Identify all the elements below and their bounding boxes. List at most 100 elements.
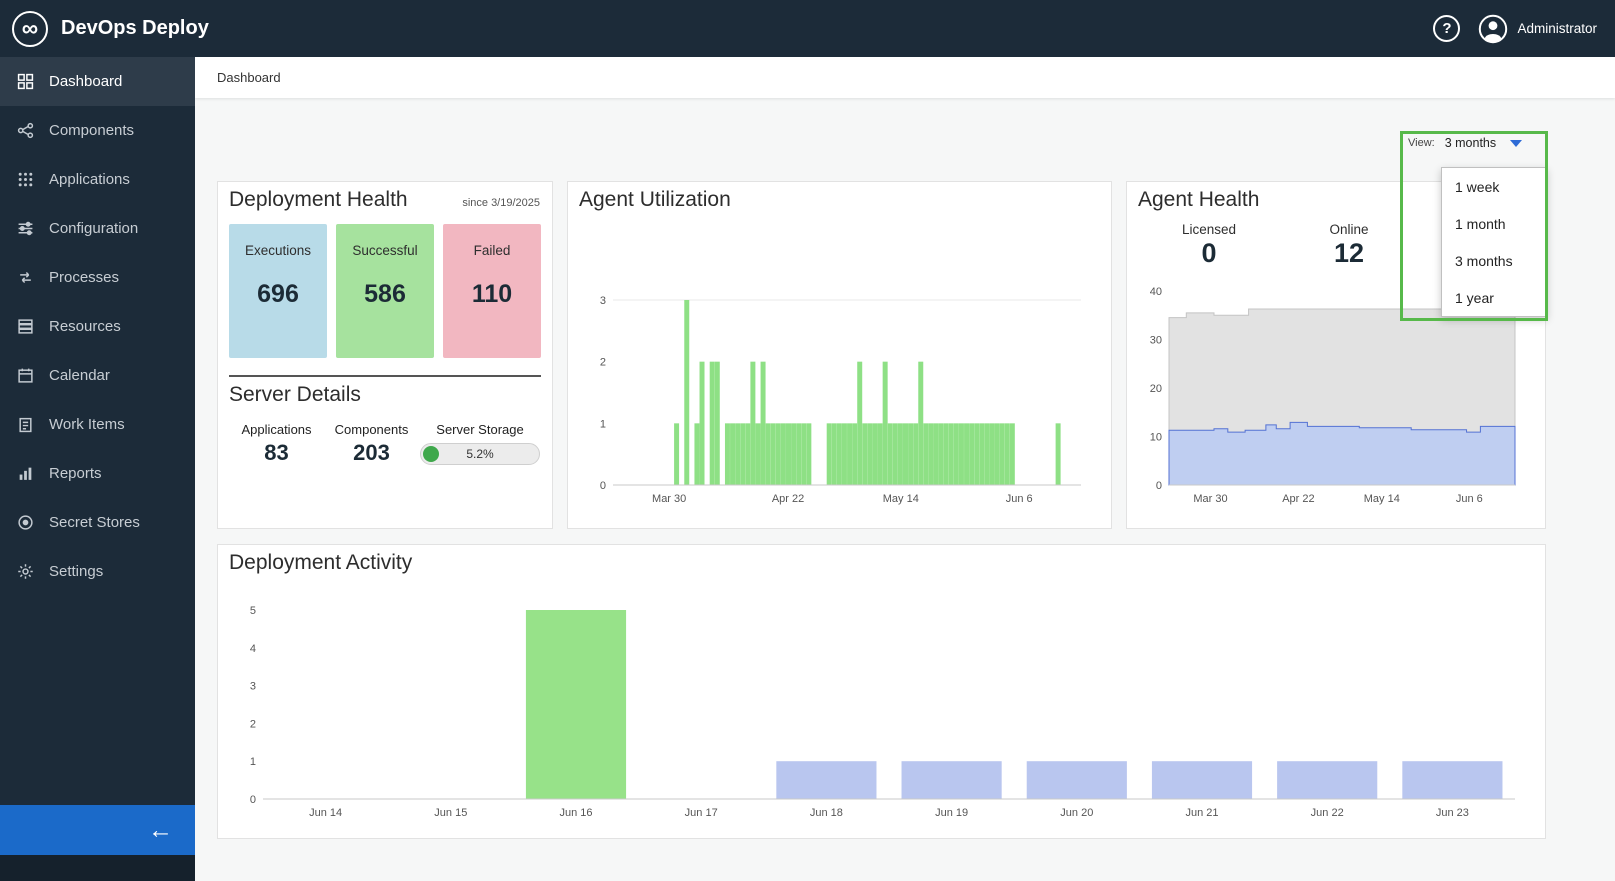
metric-label: Components	[334, 422, 409, 437]
sidebar-item-label: Processes	[49, 269, 120, 286]
user-name: Administrator	[1517, 21, 1597, 36]
sidebar-item-configuration[interactable]: Configuration	[0, 204, 195, 253]
sidebar-item-label: Configuration	[49, 220, 139, 237]
svg-text:0: 0	[250, 794, 256, 806]
sidebar-item-dashboard[interactable]: Dashboard	[0, 57, 195, 106]
user-avatar-icon[interactable]	[1478, 14, 1508, 44]
agent-health-stats: Licensed 0 Online 12	[1165, 222, 1393, 269]
divider	[229, 375, 541, 377]
sidebar-item-secret-stores[interactable]: Secret Stores	[0, 498, 195, 547]
server-details-title: Server Details	[229, 383, 361, 406]
sidebar-item-resources[interactable]: Resources	[0, 302, 195, 351]
deployment-health-stats: Executions 696 Successful 586 Failed 110	[229, 224, 541, 358]
view-label: View:	[1408, 137, 1435, 149]
stat-box-successful: Successful 586	[336, 224, 434, 358]
breadcrumb-bar: Dashboard	[195, 57, 1615, 98]
sidebar-collapse-button[interactable]: ←	[0, 805, 195, 855]
help-glyph: ?	[1442, 20, 1452, 37]
metric-components: Components 203	[324, 422, 419, 466]
help-icon[interactable]: ?	[1433, 15, 1461, 42]
deployment-activity-title: Deployment Activity	[229, 551, 413, 574]
stat-label: Licensed	[1181, 222, 1237, 237]
view-option-1-month[interactable]: 1 month	[1442, 205, 1546, 242]
storage-fill-indicator	[423, 446, 439, 462]
processes-icon	[17, 269, 34, 286]
components-icon	[17, 122, 34, 139]
svg-text:0: 0	[1156, 480, 1162, 492]
svg-text:Jun 17: Jun 17	[685, 807, 718, 819]
configuration-icon	[17, 220, 34, 237]
agent-health-title: Agent Health	[1138, 188, 1260, 211]
svg-text:40: 40	[1150, 286, 1162, 298]
svg-text:2: 2	[600, 357, 606, 369]
view-selector[interactable]: View: 3 months	[1408, 136, 1523, 150]
svg-text:10: 10	[1150, 432, 1162, 444]
dashboard-icon	[17, 73, 34, 90]
svg-text:Jun 21: Jun 21	[1185, 807, 1218, 819]
sidebar-item-label: Calendar	[49, 367, 110, 384]
svg-text:Jun 22: Jun 22	[1311, 807, 1344, 819]
view-option-1-year[interactable]: 1 year	[1442, 279, 1546, 316]
applications-icon	[17, 171, 34, 188]
stat-value: 0	[1201, 238, 1217, 268]
breadcrumb[interactable]: Dashboard	[217, 70, 281, 85]
deployment-health-card: Deployment Health since 3/19/2025 Execut…	[217, 181, 553, 529]
sidebar-item-work-items[interactable]: Work Items	[0, 400, 195, 449]
metric-label: Server Storage	[436, 422, 524, 437]
devops-logo-icon: ∞	[12, 10, 48, 47]
sidebar-item-label: Applications	[49, 171, 130, 188]
top-bar: ∞ DevOps Deploy ? Administrator	[0, 0, 1615, 57]
stat-box-executions: Executions 696	[229, 224, 327, 358]
secret-stores-icon	[17, 514, 34, 531]
view-selected-value: 3 months	[1444, 136, 1497, 150]
agent-stat-licensed: Licensed 0	[1165, 222, 1253, 269]
sidebar-item-reports[interactable]: Reports	[0, 449, 195, 498]
stat-label: Successful	[352, 243, 418, 258]
svg-text:Jun 14: Jun 14	[309, 807, 342, 819]
sidebar-item-label: Dashboard	[49, 73, 123, 90]
sidebar-item-settings[interactable]: Settings	[0, 547, 195, 596]
svg-text:Mar 30: Mar 30	[652, 493, 686, 505]
svg-text:2: 2	[250, 718, 256, 730]
stat-label: Executions	[244, 243, 312, 258]
sidebar: Dashboard Components Applications Configura…	[0, 57, 195, 881]
svg-text:Jun 6: Jun 6	[1006, 493, 1033, 505]
stat-label: Online	[1329, 222, 1369, 237]
sidebar-item-label: Resources	[49, 318, 121, 335]
stat-value: 696	[257, 280, 299, 308]
svg-text:0: 0	[600, 480, 606, 492]
deployment-activity-chart: 0 1 2 3 4 5 Jun 14 Jun 15 Jun 16 Jun 17 Jun 18 Jun …	[250, 605, 1515, 819]
view-option-3-months[interactable]: 3 months	[1442, 242, 1546, 279]
settings-icon	[17, 563, 34, 580]
metric-applications: Applications 83	[229, 422, 324, 466]
svg-text:5: 5	[250, 605, 256, 617]
server-storage-metric: Server Storage 5.2%	[420, 422, 540, 466]
storage-value: 5.2%	[466, 447, 494, 461]
stat-value: 12	[1333, 238, 1365, 268]
view-dropdown-menu: 1 week 1 month 3 months 1 year	[1441, 167, 1547, 317]
sidebar-item-label: Secret Stores	[49, 514, 140, 531]
sidebar-item-applications[interactable]: Applications	[0, 155, 195, 204]
reports-icon	[17, 465, 34, 482]
stat-value: 586	[364, 280, 406, 308]
stat-label: Failed	[473, 243, 511, 258]
view-option-1-week[interactable]: 1 week	[1442, 168, 1546, 205]
deployment-health-title: Deployment Health	[229, 188, 408, 211]
calendar-icon	[17, 367, 34, 384]
sidebar-item-calendar[interactable]: Calendar	[0, 351, 195, 400]
svg-text:Jun 20: Jun 20	[1060, 807, 1093, 819]
stat-value: 110	[471, 280, 513, 308]
svg-text:3: 3	[250, 681, 256, 693]
svg-text:Apr 22: Apr 22	[772, 493, 804, 505]
sidebar-item-label: Reports	[49, 465, 102, 482]
agent-stat-online: Online 12	[1305, 222, 1393, 269]
sidebar-item-components[interactable]: Components	[0, 106, 195, 155]
sidebar-item-processes[interactable]: Processes	[0, 253, 195, 302]
svg-text:30: 30	[1150, 335, 1162, 347]
svg-text:May 14: May 14	[883, 493, 919, 505]
deployment-activity-card: Deployment Activity 0 1 2 3 4 5 Jun 14 Jun 15 Ju…	[217, 544, 1546, 839]
server-details-metrics: Applications 83 Components 203 Server Storag…	[229, 422, 540, 466]
sidebar-items: Dashboard Components Applications Configura…	[0, 57, 195, 596]
server-storage-bar: 5.2%	[420, 443, 540, 465]
